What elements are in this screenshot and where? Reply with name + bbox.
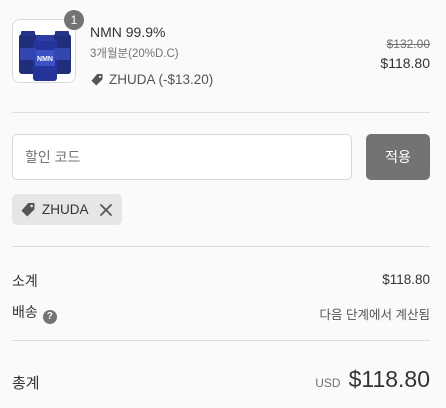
tag-icon (90, 73, 104, 87)
total-amount: $118.80 (348, 366, 430, 392)
subtotal-label: 소계 (12, 273, 38, 289)
subtotal-value: $118.80 (382, 272, 430, 287)
question-icon[interactable]: ? (42, 309, 57, 324)
compare-at-price: $132.00 (386, 37, 430, 51)
shipping-value: 다음 단계에서 계산됨 (319, 308, 430, 322)
divider (12, 340, 430, 341)
product-discount-label: ZHUDA (-$13.20) (109, 72, 214, 87)
product-thumbnail: NMN 1 (12, 10, 84, 83)
applied-discount-tag: ZHUDA (12, 194, 122, 225)
bottles-image: NMN (13, 20, 75, 82)
checkout-order-summary: NMN 1 NMN 99.9% 3개월분(20%D.C) ZHUDA (-$13… (0, 0, 446, 408)
total-price: USD $118.80 (315, 366, 430, 393)
remove-discount-button[interactable] (99, 203, 113, 217)
divider (12, 246, 430, 247)
total-label: 총계 (12, 375, 40, 392)
close-icon (99, 203, 112, 216)
tag-icon (20, 202, 36, 218)
product-image: NMN (12, 19, 76, 83)
shipping-row-label: 배송? (12, 302, 57, 324)
currency-code: USD (315, 376, 341, 390)
product-discount: ZHUDA (-$13.20) (90, 72, 213, 87)
discount-code-input[interactable] (12, 134, 352, 180)
product-variant: 3개월분(20%D.C) (90, 48, 179, 60)
quantity-badge: 1 (64, 10, 84, 30)
apply-discount-button[interactable]: 적용 (366, 134, 430, 180)
product-name: NMN 99.9% (90, 24, 166, 40)
divider (12, 112, 430, 113)
applied-discount-code: ZHUDA (42, 202, 89, 217)
product-price: $118.80 (380, 55, 430, 71)
shipping-label: 배송 (12, 304, 38, 320)
svg-text:NMN: NMN (37, 56, 53, 63)
